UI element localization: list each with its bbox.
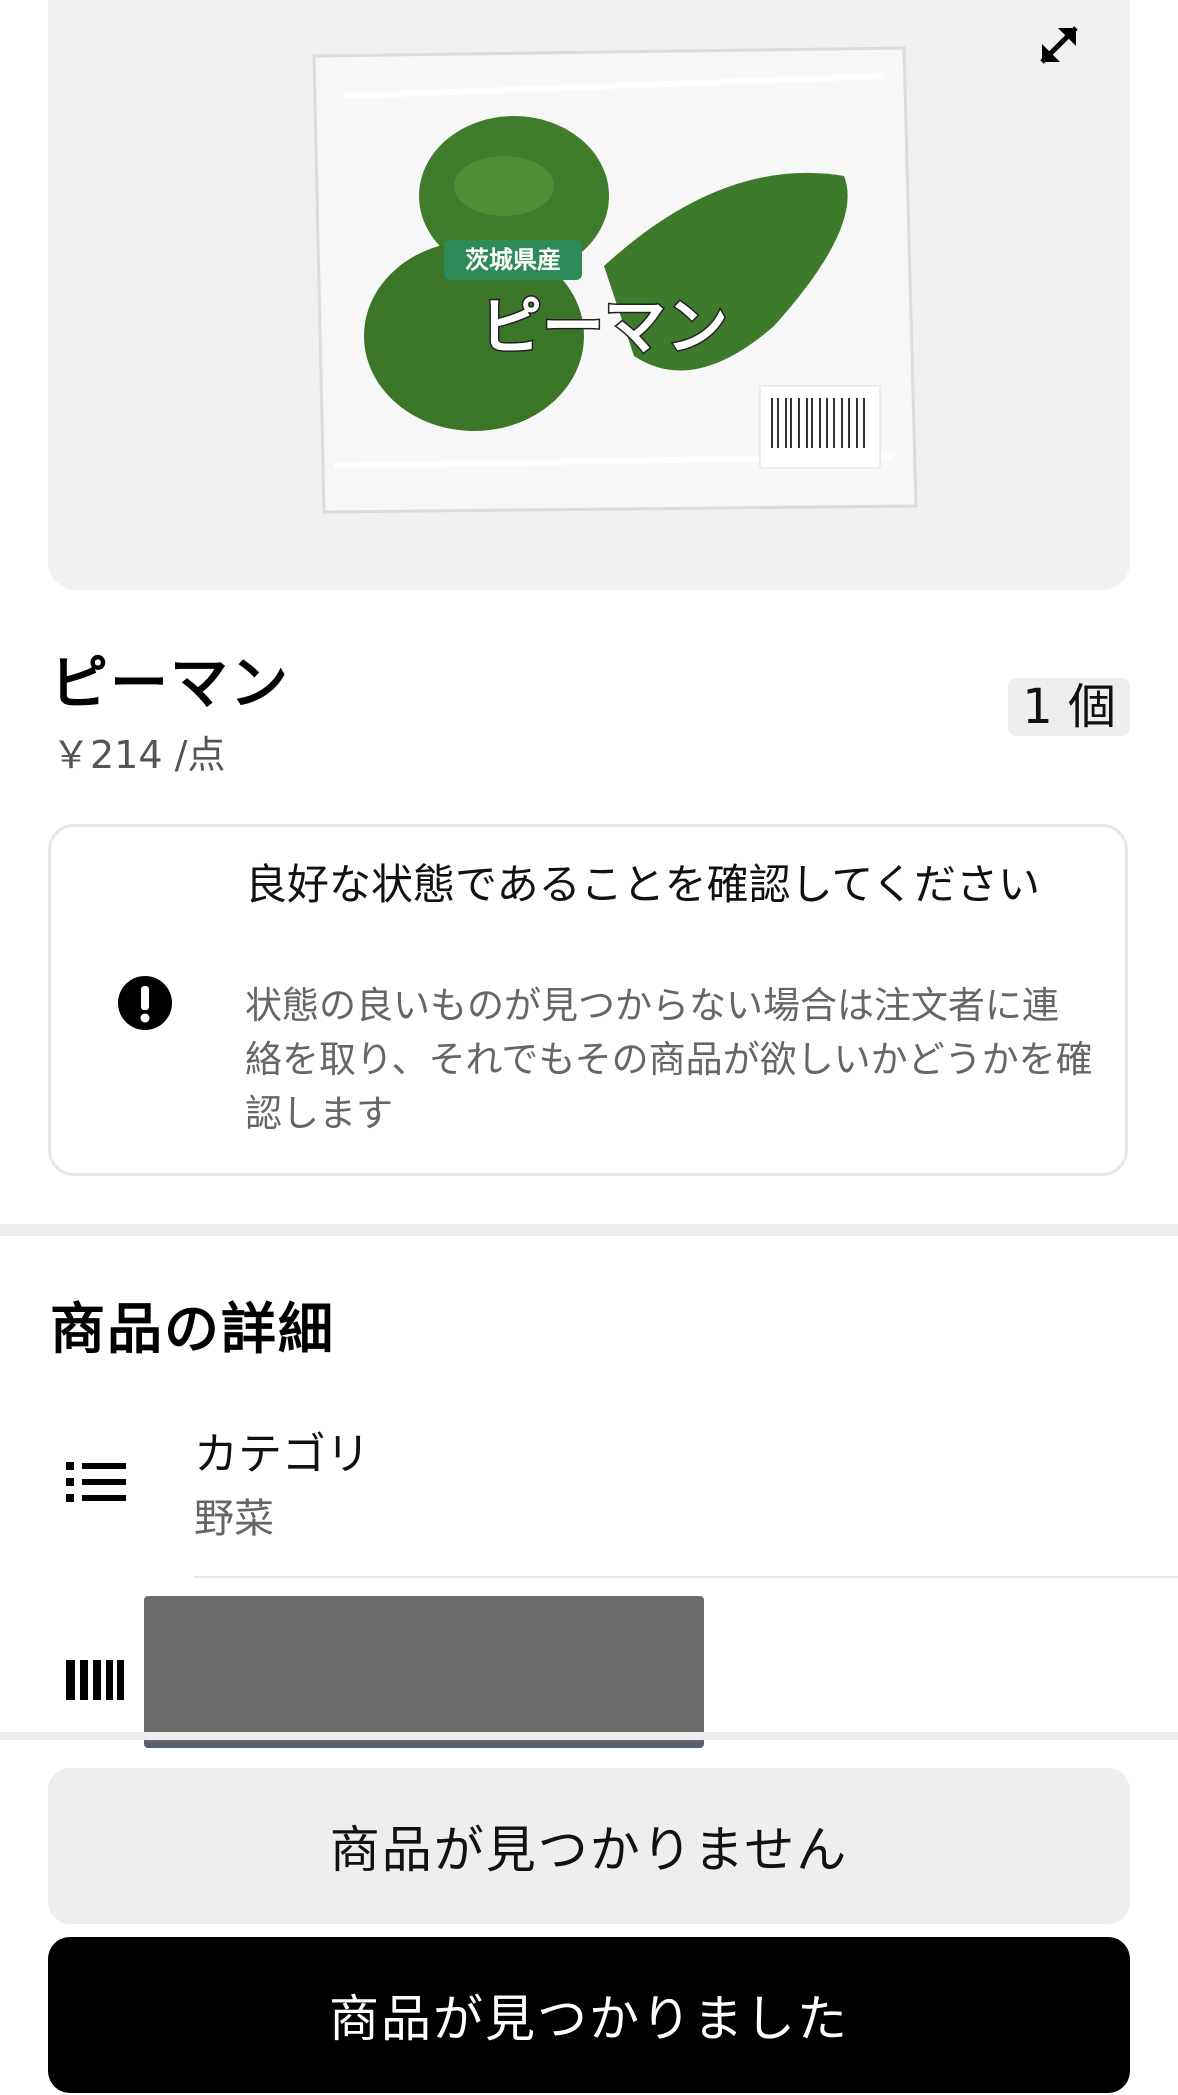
barcode-icon xyxy=(66,1660,124,1700)
item-not-found-button[interactable]: 商品が見つかりません xyxy=(48,1768,1130,1924)
origin-label: 茨城県産 xyxy=(465,246,561,274)
redacted-barcode-value xyxy=(144,1596,704,1742)
section-divider xyxy=(0,1224,1178,1236)
list-icon xyxy=(66,1462,126,1502)
package-label: ピーマン xyxy=(480,290,728,363)
category-label: カテゴリ xyxy=(194,1429,370,1480)
notice-title: 良好な状態であることを確認してください xyxy=(245,860,1041,909)
product-image: 茨城県産 ピーマン xyxy=(312,46,918,514)
item-found-button[interactable]: 商品が見つかりました xyxy=(48,1937,1130,2093)
alert-icon xyxy=(118,976,172,1030)
action-divider xyxy=(0,1732,1178,1740)
row-divider xyxy=(194,1576,1178,1578)
product-image-card: 茨城県産 ピーマン xyxy=(48,0,1130,590)
details-section-title: 商品の詳細 xyxy=(50,1297,336,1361)
expand-icon[interactable] xyxy=(1036,22,1082,68)
notice-body: 状態の良いものが見つからない場合は注文者に連絡を取り、それでもその商品が欲しいか… xyxy=(245,984,1093,1135)
condition-notice: 良好な状態であることを確認してください 状態の良いものが見つからない場合は注文者… xyxy=(48,824,1128,1176)
quantity-badge: 1 個 xyxy=(1008,678,1130,736)
product-price: ￥214 /点 xyxy=(52,733,226,777)
category-value: 野菜 xyxy=(194,1496,274,1542)
product-name: ピーマン xyxy=(50,649,291,717)
